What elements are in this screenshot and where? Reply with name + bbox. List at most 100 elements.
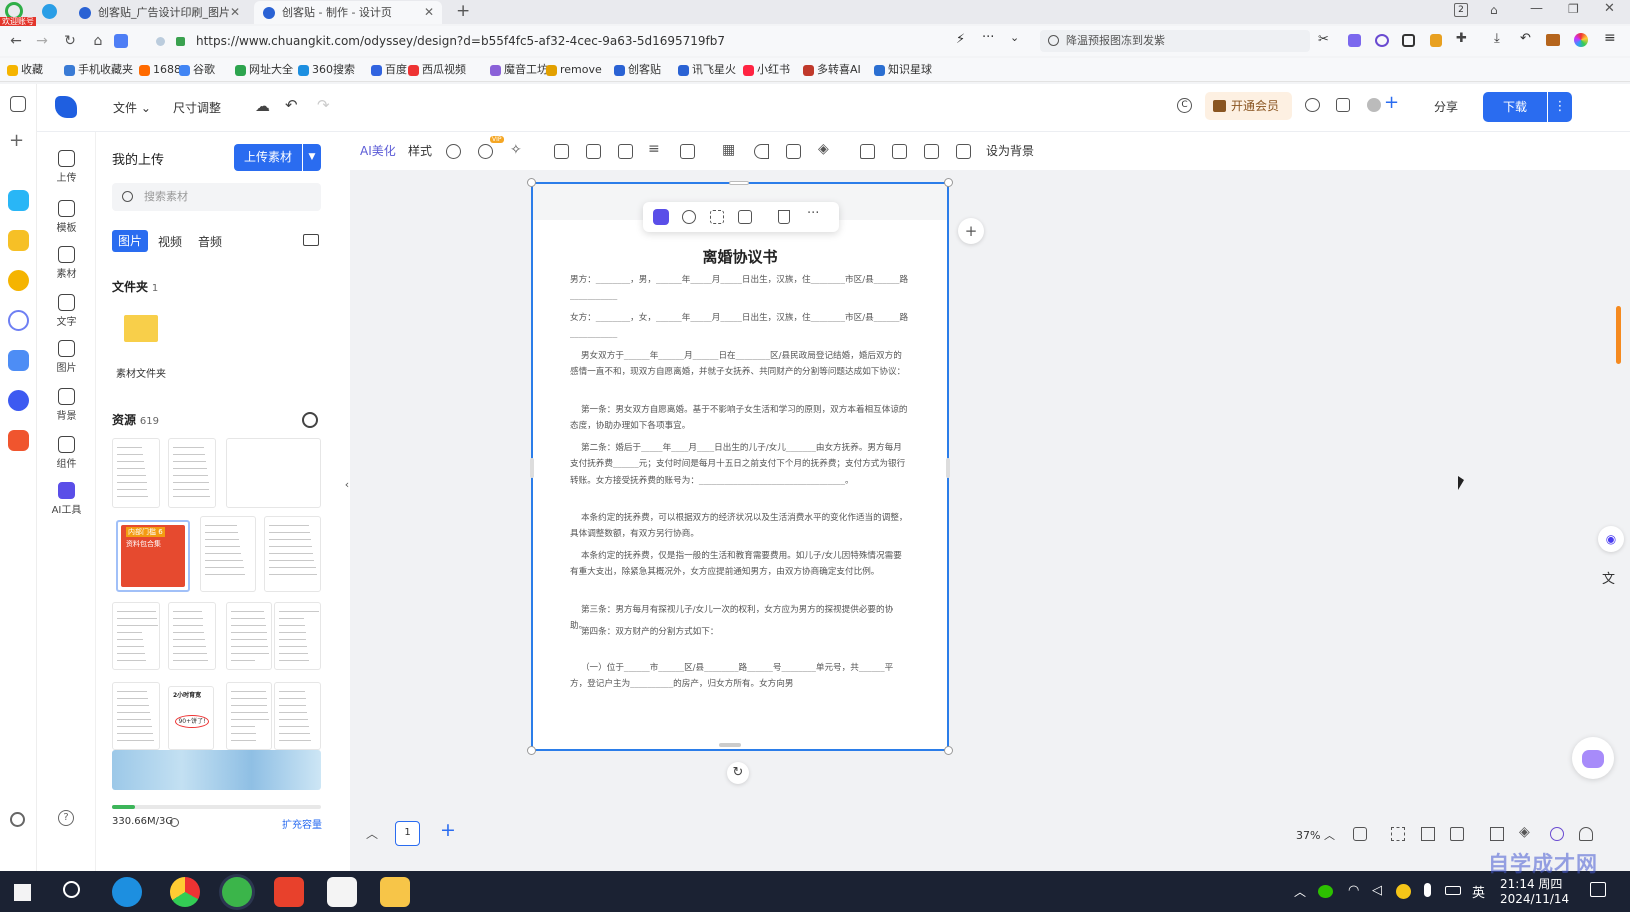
bookmark-item[interactable]: 360搜索 bbox=[298, 62, 355, 78]
delete-icon[interactable] bbox=[924, 144, 939, 159]
reload-icon[interactable]: ↻ bbox=[60, 31, 80, 51]
redo-icon[interactable]: ↷ bbox=[317, 96, 330, 114]
undo-icon[interactable]: ↶ bbox=[285, 96, 298, 114]
app-bot-icon[interactable] bbox=[8, 270, 29, 291]
file-explorer-icon[interactable] bbox=[380, 877, 410, 907]
material-search-input[interactable]: 搜索素材 bbox=[112, 183, 321, 211]
tab-videos[interactable]: 视频 bbox=[158, 233, 182, 250]
folder-icon[interactable] bbox=[124, 315, 158, 342]
bookmark-item[interactable]: 网址大全 bbox=[235, 62, 293, 78]
more-dots-icon[interactable]: ··· bbox=[982, 30, 994, 45]
app-chat-icon[interactable] bbox=[8, 390, 29, 411]
app-ai-icon[interactable] bbox=[8, 350, 29, 371]
rail-item-images[interactable]: 图片 bbox=[37, 340, 96, 374]
ie-browser-icon[interactable] bbox=[112, 877, 142, 907]
collapse-pages-icon[interactable]: ︿ bbox=[366, 825, 378, 842]
add-comment-icon[interactable]: + bbox=[958, 218, 984, 244]
transform-icon[interactable] bbox=[586, 144, 601, 159]
add-collaborator-icon[interactable]: + bbox=[1384, 92, 1399, 113]
mic-icon[interactable] bbox=[1424, 883, 1431, 897]
position-icon[interactable] bbox=[680, 144, 695, 159]
translate-icon[interactable]: 文 bbox=[1602, 568, 1615, 587]
app-game-icon[interactable] bbox=[8, 430, 29, 451]
rail-item-text[interactable]: 文字 bbox=[37, 294, 96, 328]
style-button[interactable]: 样式 bbox=[408, 142, 432, 160]
resource-thumb[interactable] bbox=[264, 516, 321, 592]
bookmark-item[interactable]: 1688 bbox=[139, 62, 181, 78]
resize-handle-left[interactable] bbox=[530, 458, 534, 478]
360-browser-icon[interactable] bbox=[222, 877, 252, 907]
close-tab-icon[interactable]: ✕ bbox=[230, 1, 240, 24]
flip-icon[interactable] bbox=[754, 144, 769, 159]
filter-settings-icon[interactable] bbox=[302, 412, 318, 428]
design-canvas[interactable]: ··· 离婚协议书 男方：________，男，______年_____月___… bbox=[350, 170, 1630, 871]
bookmark-item[interactable]: 西瓜视频 bbox=[408, 62, 466, 78]
chuangkit-logo-icon[interactable] bbox=[55, 96, 77, 118]
trash-icon[interactable] bbox=[778, 210, 790, 224]
resource-thumb[interactable] bbox=[112, 438, 160, 508]
app-star-icon[interactable] bbox=[8, 230, 29, 251]
briefcase-icon[interactable] bbox=[1546, 34, 1560, 46]
bookmark-item[interactable]: 知识星球 bbox=[874, 62, 932, 78]
settings-gear-icon[interactable] bbox=[10, 812, 25, 827]
telegram-icon[interactable] bbox=[42, 4, 57, 19]
rail-item-background[interactable]: 背景 bbox=[37, 388, 96, 422]
resource-thumb[interactable] bbox=[274, 682, 321, 750]
resource-thumb[interactable] bbox=[168, 602, 216, 670]
headset-icon[interactable] bbox=[1579, 827, 1593, 841]
xmind-icon[interactable] bbox=[274, 877, 304, 907]
bookmark-item[interactable]: 魔音工坊 bbox=[490, 62, 548, 78]
robot-helper-icon[interactable] bbox=[1572, 737, 1614, 779]
resource-thumb-watercolor[interactable] bbox=[112, 750, 321, 790]
bolt-icon[interactable]: ⚡ bbox=[956, 32, 965, 47]
fit-screen-icon[interactable] bbox=[1353, 827, 1367, 841]
rail-item-materials[interactable]: 素材 bbox=[37, 246, 96, 280]
folder-label[interactable]: 素材文件夹 bbox=[116, 365, 166, 380]
tab-chuangkit-design[interactable]: 创客贴 - 制作 - 设计页 ✕ bbox=[254, 1, 442, 24]
resource-thumb[interactable] bbox=[112, 682, 160, 750]
resource-thumb[interactable] bbox=[226, 602, 272, 670]
unlock-icon[interactable] bbox=[860, 144, 875, 159]
resize-menu[interactable]: 尺寸调整 bbox=[173, 99, 221, 116]
layers-icon[interactable]: ◈ bbox=[818, 141, 829, 157]
home-icon[interactable]: ⌂ bbox=[88, 31, 108, 51]
battery-icon[interactable] bbox=[1445, 886, 1461, 895]
image-edit-icon[interactable] bbox=[738, 210, 752, 224]
volume-icon[interactable]: ◁ bbox=[1372, 883, 1382, 898]
document-page[interactable]: ··· 离婚协议书 男方：________，男，______年_____月___… bbox=[527, 178, 953, 755]
grid-icon[interactable] bbox=[1421, 827, 1435, 841]
menu-icon[interactable]: ≡ bbox=[1604, 30, 1616, 46]
transparency-icon[interactable]: ▦ bbox=[722, 142, 735, 158]
chrome-icon[interactable] bbox=[170, 877, 200, 907]
rail-item-upload[interactable]: 上传 bbox=[37, 150, 96, 184]
magic-wand-icon[interactable]: ✧ bbox=[510, 142, 522, 158]
app-ai-circle-icon[interactable] bbox=[8, 310, 29, 331]
office-icon[interactable] bbox=[327, 877, 357, 907]
rail-item-ai-tools[interactable]: AI工具 bbox=[37, 482, 96, 516]
bookmark-item[interactable]: 小红书 bbox=[743, 62, 790, 78]
download-icon[interactable]: ⤓ bbox=[1494, 31, 1500, 46]
more-icon[interactable]: ··· bbox=[807, 206, 819, 221]
bookmark-item[interactable]: 创客贴 bbox=[614, 62, 661, 78]
resize-handle-bottom[interactable] bbox=[719, 743, 741, 747]
tab-images[interactable]: 图片 bbox=[112, 230, 148, 252]
vip-button[interactable]: 开通会员 bbox=[1205, 92, 1292, 120]
extension-box-icon[interactable] bbox=[1402, 34, 1415, 47]
scroll-indicator[interactable] bbox=[1616, 306, 1621, 364]
shirt-icon[interactable]: ⌂ bbox=[1490, 3, 1498, 17]
rail-item-components[interactable]: 组件 bbox=[37, 436, 96, 470]
storage-info-icon[interactable] bbox=[170, 818, 179, 827]
resource-thumb[interactable] bbox=[168, 438, 216, 508]
notification-icon[interactable] bbox=[1590, 882, 1606, 897]
help-icon[interactable]: ? bbox=[58, 810, 74, 826]
back-icon[interactable]: ← bbox=[6, 31, 26, 51]
duplicate-icon[interactable] bbox=[892, 144, 907, 159]
download-more-icon[interactable]: ⋮ bbox=[1548, 92, 1572, 122]
scan-icon[interactable] bbox=[710, 210, 724, 224]
browser-search-input[interactable]: 降温预报图冻到发紫 bbox=[1040, 30, 1310, 52]
extension-purple-icon[interactable] bbox=[1348, 34, 1361, 47]
shape-mask-icon[interactable] bbox=[478, 144, 493, 159]
align-icon[interactable]: ≡ bbox=[648, 141, 660, 157]
color-wheel-icon[interactable] bbox=[1574, 33, 1588, 47]
tab-count-icon[interactable]: 2 bbox=[1454, 3, 1468, 17]
